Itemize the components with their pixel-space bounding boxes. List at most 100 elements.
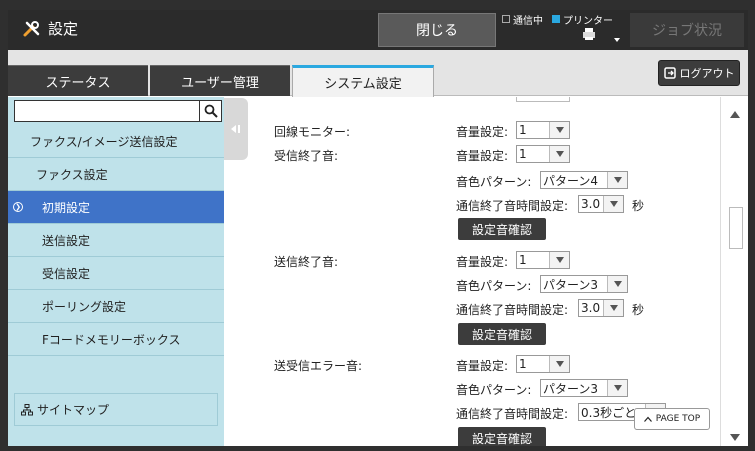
- dropdown-button: [607, 380, 627, 396]
- sidebar-item-polling-settings[interactable]: ポーリング設定: [8, 290, 224, 323]
- volume-label: 音量設定:: [456, 359, 509, 373]
- dropdown-button: [603, 300, 623, 316]
- chevron-down-icon: [613, 177, 622, 183]
- sitemap-label: サイトマップ: [37, 403, 110, 417]
- select-value: パターン3: [543, 381, 599, 396]
- select-value: 3.0: [581, 197, 601, 211]
- page-top-label: PAGE TOP: [655, 414, 701, 424]
- sidebar-item-fcode-memory-box[interactable]: Fコードメモリーボックス: [8, 323, 224, 356]
- sitemap-icon: [21, 403, 33, 415]
- logout-label: ログアウト: [679, 67, 735, 80]
- chevron-down-icon: [613, 385, 622, 391]
- sidebar-item-receive-settings[interactable]: 受信設定: [8, 257, 224, 290]
- dropdown-button: [549, 122, 569, 138]
- tools-icon: [23, 20, 40, 36]
- send-end-volume-select[interactable]: 1: [516, 251, 570, 269]
- sidebar-item-label: 受信設定: [42, 266, 91, 281]
- line-monitor-label: 回線モニター:: [274, 125, 351, 139]
- printer-indicator: [552, 15, 560, 23]
- select-value: 1: [519, 147, 527, 161]
- sidebar-item-label: ファクス設定: [36, 167, 108, 182]
- triangle-up-icon: [730, 110, 740, 118]
- sidebar-item-fax-settings[interactable]: ファクス設定: [8, 158, 224, 191]
- receive-end-pattern-select[interactable]: パターン4: [540, 171, 628, 189]
- dropdown-button: [607, 172, 627, 188]
- device-frame: 設定 閉じる 通信中 プリンター ジョブ状況 ステータス ユーザー管理 システム…: [0, 0, 755, 451]
- volume-label: 音量設定:: [456, 125, 509, 139]
- dropdown-button: [549, 356, 569, 372]
- select-value: パターン4: [543, 173, 599, 188]
- receive-end-time-select[interactable]: 3.0: [578, 195, 624, 213]
- dropdown-button: [603, 196, 623, 212]
- error-sound-label: 送受信エラー音:: [274, 359, 363, 373]
- send-end-pattern-select[interactable]: パターン3: [540, 275, 628, 293]
- sidebar-item-label: 送信設定: [42, 233, 91, 248]
- search-button[interactable]: [200, 100, 222, 122]
- send-end-confirm-button[interactable]: 設定音確認: [458, 323, 546, 345]
- header-title-wrap: 設定: [22, 18, 78, 39]
- chevron-down-icon: [609, 201, 618, 207]
- comm-status-label: 通信中: [513, 15, 543, 27]
- scroll-thumb[interactable]: [729, 207, 743, 249]
- line-monitor-volume-select[interactable]: 1: [516, 121, 570, 139]
- volume-label: 音量設定:: [456, 149, 509, 163]
- chevron-down-icon: [555, 361, 564, 367]
- sidebar-item-initial-settings[interactable]: ❯ 初期設定: [8, 191, 224, 224]
- error-confirm-button[interactable]: 設定音確認: [458, 427, 546, 446]
- sidebar-item-fax-image-send[interactable]: ファクス/イメージ送信設定: [8, 125, 224, 158]
- sidebar-collapse-button[interactable]: [224, 98, 248, 160]
- chevron-down-icon: [555, 127, 564, 133]
- sitemap-link[interactable]: サイトマップ: [14, 393, 218, 426]
- scroll-down-button[interactable]: [727, 430, 743, 444]
- chevron-down-icon: [614, 38, 620, 42]
- sidebar-item-label: Fコードメモリーボックス: [42, 332, 181, 347]
- select-value: パターン3: [543, 277, 599, 292]
- scroll-up-button[interactable]: [727, 107, 743, 121]
- tab-system-settings[interactable]: システム設定: [292, 65, 434, 97]
- sidebar: ファクス/イメージ送信設定 ファクス設定 ❯ 初期設定 送信設定 受信設定 ポー…: [8, 97, 224, 446]
- page-top-button[interactable]: PAGE TOP: [634, 408, 710, 430]
- time-label: 通信終了音時間設定:: [456, 407, 569, 421]
- chevron-down-icon: [555, 257, 564, 263]
- logout-button[interactable]: ログアウト: [658, 60, 740, 86]
- printer-icon: [583, 28, 595, 40]
- dropdown-button: [607, 276, 627, 292]
- error-pattern-select[interactable]: パターン3: [540, 379, 628, 397]
- close-button[interactable]: 閉じる: [378, 13, 496, 47]
- status-row: 通信中 プリンター: [502, 12, 626, 27]
- receive-end-confirm-button[interactable]: 設定音確認: [458, 218, 546, 240]
- seconds-unit: 秒: [632, 199, 645, 213]
- select-value: 1: [519, 123, 527, 137]
- tab-status[interactable]: ステータス: [8, 65, 148, 96]
- seconds-unit: 秒: [632, 303, 645, 317]
- sidebar-item-label: ファクス/イメージ送信設定: [30, 134, 178, 149]
- partial-control: [516, 97, 570, 102]
- select-value: 1: [519, 357, 527, 371]
- time-label: 通信終了音時間設定:: [456, 199, 569, 213]
- dropdown-button: [549, 146, 569, 162]
- send-end-time-select[interactable]: 3.0: [578, 299, 624, 317]
- status-area[interactable]: 通信中 プリンター: [502, 12, 626, 48]
- receive-end-label: 受信終了音:: [274, 149, 339, 163]
- select-value: 1: [519, 253, 527, 267]
- pattern-label: 音色パターン:: [456, 383, 532, 397]
- error-volume-select[interactable]: 1: [516, 355, 570, 373]
- settings-content: 回線モニター: 音量設定: 1 受信終了音: 音量設定: 1 音色パターン: パ…: [248, 97, 720, 446]
- printer-status-label: プリンター: [563, 15, 613, 27]
- receive-end-volume-select[interactable]: 1: [516, 145, 570, 163]
- vertical-scrollbar[interactable]: [720, 97, 748, 446]
- chevron-down-icon: [613, 281, 622, 287]
- sidebar-item-label: ポーリング設定: [42, 299, 127, 314]
- logout-icon: [663, 67, 676, 79]
- tab-user-management[interactable]: ユーザー管理: [150, 65, 290, 96]
- collapse-left-icon: [231, 125, 240, 133]
- page-title: 設定: [48, 20, 79, 38]
- search-input[interactable]: [14, 100, 200, 122]
- pattern-label: 音色パターン:: [456, 279, 532, 293]
- sidebar-item-send-settings[interactable]: 送信設定: [8, 224, 224, 257]
- select-value: 3.0: [581, 301, 601, 315]
- header-bar: 設定 閉じる 通信中 プリンター ジョブ状況: [8, 10, 748, 50]
- job-status-button[interactable]: ジョブ状況: [630, 13, 744, 47]
- volume-label: 音量設定:: [456, 255, 509, 269]
- comm-indicator: [502, 15, 510, 23]
